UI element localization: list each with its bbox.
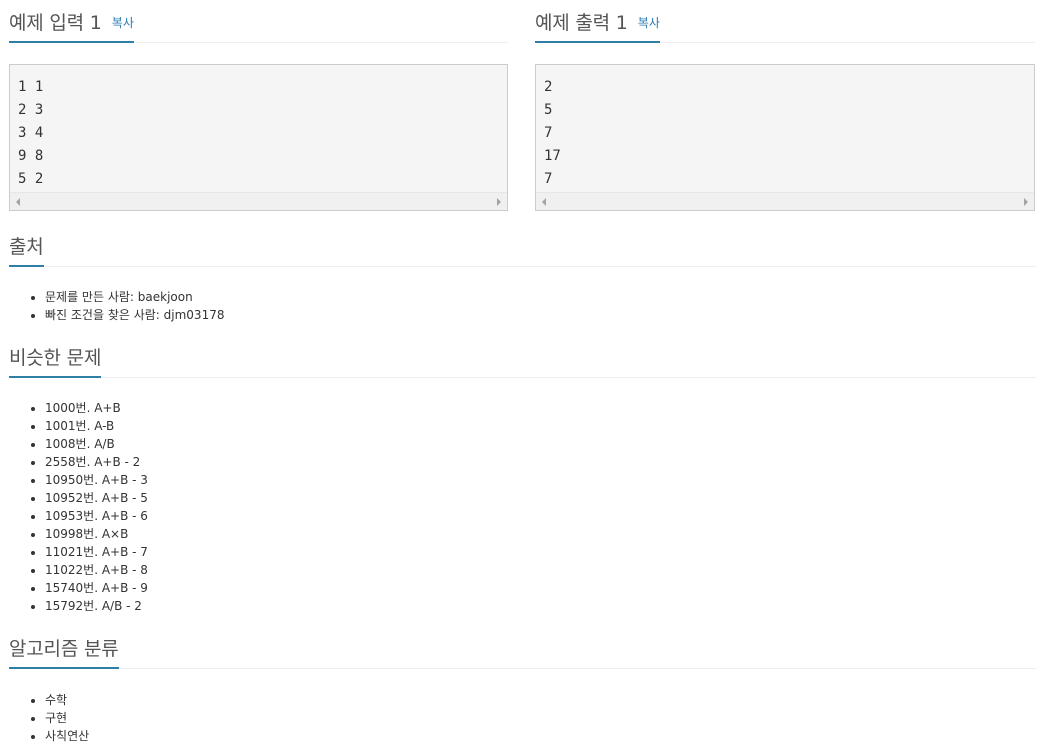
similar-problem-link[interactable]: 15740번. A+B - 9 (45, 581, 148, 595)
list-item: 문제를 만든 사람: baekjoon (45, 288, 1036, 306)
similar-problem-link[interactable]: 1000번. A+B (45, 401, 121, 415)
similar-problem-link[interactable]: 10953번. A+B - 6 (45, 509, 148, 523)
algorithm-tag-link[interactable]: 구현 (45, 711, 67, 725)
sample-input-box[interactable]: 1 1 2 3 3 4 9 8 5 2 (9, 64, 508, 211)
scroll-right-arrow-icon[interactable] (497, 198, 501, 206)
sample-input-section: 예제 입력 1 복사 (9, 0, 508, 43)
list-item: 10998번. A×B (45, 525, 1036, 543)
sample-input-data[interactable]: 1 1 2 3 3 4 9 8 5 2 (10, 65, 507, 189)
sample-input-headline: 예제 입력 1 복사 (9, 0, 508, 43)
source-author-link[interactable]: 문제를 만든 사람: baekjoon (45, 290, 193, 304)
sample-output-headline: 예제 출력 1 복사 (535, 0, 1035, 43)
copy-output-button[interactable]: 복사 (638, 16, 660, 30)
similar-problem-link[interactable]: 2558번. A+B - 2 (45, 455, 140, 469)
source-title: 출처 (9, 236, 44, 258)
list-item: 10953번. A+B - 6 (45, 507, 1036, 525)
scroll-right-arrow-icon[interactable] (1024, 198, 1028, 206)
list-item: 15792번. A/B - 2 (45, 597, 1036, 615)
copy-input-button[interactable]: 복사 (112, 16, 134, 30)
similar-problem-link[interactable]: 11021번. A+B - 7 (45, 545, 148, 559)
similar-title-wrap: 비슷한 문제 (9, 336, 101, 378)
sample-output-section: 예제 출력 1 복사 (535, 0, 1035, 43)
list-item: 10952번. A+B - 5 (45, 489, 1036, 507)
similar-section: 비슷한 문제 1000번. A+B 1001번. A-B 1008번. A/B … (9, 335, 1036, 615)
algorithm-title: 알고리즘 분류 (9, 638, 119, 660)
source-headline: 출처 (9, 224, 1036, 267)
source-section: 출처 문제를 만든 사람: baekjoon 빠진 조건을 찾은 사람: djm… (9, 224, 1036, 324)
similar-problem-link[interactable]: 1008번. A/B (45, 437, 115, 451)
list-item: 11021번. A+B - 7 (45, 543, 1036, 561)
source-fixer-link[interactable]: 빠진 조건을 찾은 사람: djm03178 (45, 308, 224, 322)
sample-input-title: 예제 입력 1 (9, 12, 102, 34)
sample-output-title: 예제 출력 1 (535, 12, 628, 34)
list-item: 1008번. A/B (45, 435, 1036, 453)
algorithm-tag-link[interactable]: 사칙연산 (45, 729, 89, 743)
scroll-left-arrow-icon[interactable] (542, 198, 546, 206)
list-item: 수학 (45, 691, 1036, 709)
list-item: 2558번. A+B - 2 (45, 453, 1036, 471)
similar-problem-link[interactable]: 15792번. A/B - 2 (45, 599, 142, 613)
algorithm-title-wrap: 알고리즘 분류 (9, 627, 119, 669)
list-item: 15740번. A+B - 9 (45, 579, 1036, 597)
similar-title: 비슷한 문제 (9, 347, 102, 369)
list-item: 구현 (45, 709, 1036, 727)
algorithm-headline: 알고리즘 분류 (9, 626, 1036, 669)
similar-problem-link[interactable]: 1001번. A-B (45, 419, 114, 433)
similar-problem-link[interactable]: 10950번. A+B - 3 (45, 473, 148, 487)
similar-list: 1000번. A+B 1001번. A-B 1008번. A/B 2558번. … (9, 399, 1036, 615)
list-item: 1000번. A+B (45, 399, 1036, 417)
algorithm-list: 수학 구현 사칙연산 (9, 691, 1036, 745)
sample-output-box[interactable]: 2 5 7 17 7 (535, 64, 1035, 211)
source-title-wrap: 출처 (9, 225, 44, 267)
sample-output-scrollbar[interactable] (536, 192, 1034, 210)
similar-headline: 비슷한 문제 (9, 335, 1036, 378)
similar-problem-link[interactable]: 11022번. A+B - 8 (45, 563, 148, 577)
sample-input-title-wrap: 예제 입력 1 복사 (9, 1, 134, 43)
list-item: 1001번. A-B (45, 417, 1036, 435)
source-list: 문제를 만든 사람: baekjoon 빠진 조건을 찾은 사람: djm031… (9, 288, 1036, 324)
list-item: 11022번. A+B - 8 (45, 561, 1036, 579)
algorithm-tag-link[interactable]: 수학 (45, 693, 67, 707)
sample-output-title-wrap: 예제 출력 1 복사 (535, 1, 660, 43)
list-item: 빠진 조건을 찾은 사람: djm03178 (45, 306, 1036, 324)
problem-page: 예제 입력 1 복사 예제 출력 1 복사 1 1 2 3 3 4 9 8 5 … (0, 0, 1049, 748)
sample-input-scrollbar[interactable] (10, 192, 507, 210)
scroll-left-arrow-icon[interactable] (16, 198, 20, 206)
list-item: 10950번. A+B - 3 (45, 471, 1036, 489)
similar-problem-link[interactable]: 10998번. A×B (45, 527, 128, 541)
sample-output-data[interactable]: 2 5 7 17 7 (536, 65, 1034, 189)
algorithm-section: 알고리즘 분류 수학 구현 사칙연산 (9, 626, 1036, 745)
list-item: 사칙연산 (45, 727, 1036, 745)
similar-problem-link[interactable]: 10952번. A+B - 5 (45, 491, 148, 505)
